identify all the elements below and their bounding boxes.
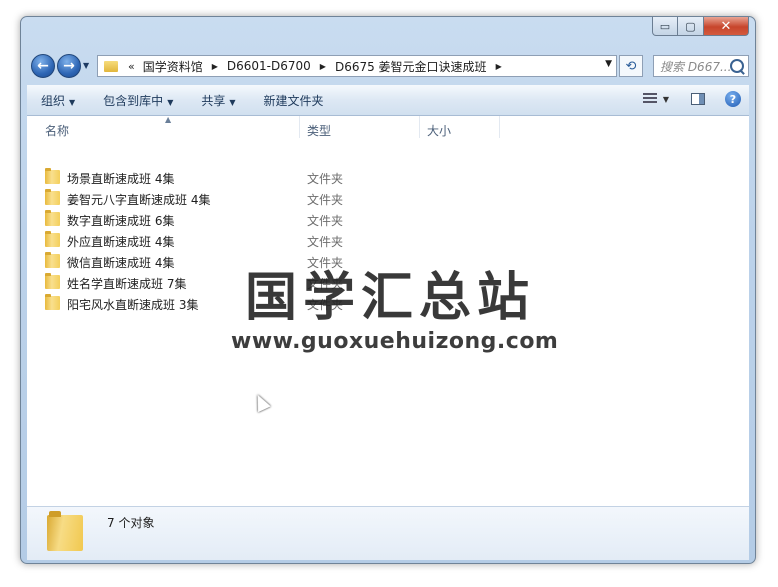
new-folder-button[interactable]: 新建文件夹 — [250, 92, 338, 109]
breadcrumb-chevron-icon[interactable]: ▶ — [320, 62, 326, 71]
item-type: 文件夹 — [307, 214, 344, 228]
refresh-button[interactable]: ⟲ — [619, 55, 643, 77]
breadcrumb-overflow[interactable]: « — [128, 60, 135, 73]
details-pane: 7 个对象 — [27, 506, 749, 560]
breadcrumb-item[interactable]: 国学资料馆 — [143, 58, 203, 75]
chevron-down-icon: ▼ — [229, 97, 236, 107]
share-button[interactable]: 共享 ▼ — [187, 92, 249, 109]
folder-icon — [45, 189, 60, 205]
file-list: ▲ 名称 类型 大小 场景直断速成班 4集 文件夹 姜智元八字直断速成班 4集 文件… — [27, 115, 749, 506]
item-name: 阳宅风水直断速成班 3集 — [67, 298, 199, 312]
column-name[interactable]: 名称 — [45, 122, 69, 139]
search-placeholder: 搜索 D667... — [660, 59, 732, 74]
list-item[interactable]: 姜智元八字直断速成班 4集 文件夹 — [27, 188, 749, 209]
view-dropdown-icon[interactable]: ▼ — [663, 95, 669, 104]
view-options-icon[interactable] — [642, 93, 657, 105]
column-type[interactable]: 类型 — [307, 122, 331, 139]
item-name: 姓名学直断速成班 7集 — [67, 277, 187, 291]
watermark-url: www.guoxuehuizong.com — [231, 329, 559, 354]
folder-icon — [104, 60, 118, 72]
folder-icon — [45, 294, 60, 310]
navigation-bar: ← → ▼ « 国学资料馆 ▶ D6601-D6700 ▶ D6675 姜智元金… — [27, 47, 749, 81]
explorer-window: ▭ ▢ ✕ ← → ▼ « 国学资料馆 ▶ D6601-D6700 ▶ D667… — [20, 16, 756, 564]
share-label: 共享 — [201, 93, 226, 108]
item-type: 文件夹 — [307, 172, 344, 186]
address-history-dropdown[interactable]: ▼ — [605, 59, 612, 69]
close-button[interactable]: ✕ — [704, 17, 749, 36]
forward-button[interactable]: → — [57, 54, 81, 78]
list-item[interactable]: 外应直断速成班 4集 文件夹 — [27, 230, 749, 251]
recent-pages-dropdown[interactable]: ▼ — [83, 61, 89, 70]
breadcrumb-chevron-icon[interactable]: ▶ — [496, 62, 502, 71]
chevron-down-icon: ▼ — [69, 97, 76, 107]
address-bar[interactable]: « 国学资料馆 ▶ D6601-D6700 ▶ D6675 姜智元金口诀速成班 … — [97, 55, 617, 77]
column-size[interactable]: 大小 — [427, 122, 451, 139]
item-name: 微信直断速成班 4集 — [67, 256, 175, 270]
breadcrumb-item[interactable]: D6601-D6700 — [227, 59, 311, 73]
item-name: 场景直断速成班 4集 — [67, 172, 175, 186]
refresh-icon: ⟲ — [625, 58, 637, 74]
item-type: 文件夹 — [307, 193, 344, 207]
forward-arrow-icon: → — [63, 58, 75, 74]
item-name: 数字直断速成班 6集 — [67, 214, 175, 228]
column-divider[interactable] — [419, 116, 420, 138]
folder-icon — [45, 168, 60, 184]
item-count: 7 个对象 — [107, 516, 155, 530]
preview-pane-icon[interactable] — [691, 93, 705, 105]
folder-icon — [45, 231, 60, 247]
folder-icon — [45, 252, 60, 268]
item-type: 文件夹 — [307, 235, 344, 249]
column-header: ▲ 名称 类型 大小 — [27, 115, 749, 140]
include-in-library-button[interactable]: 包含到库中 ▼ — [89, 92, 187, 109]
breadcrumb-item[interactable]: D6675 姜智元金口诀速成班 — [335, 58, 487, 75]
item-name: 姜智元八字直断速成班 4集 — [67, 193, 211, 207]
maximize-button[interactable]: ▢ — [678, 17, 704, 36]
back-arrow-icon: ← — [37, 58, 49, 74]
folder-icon — [47, 511, 83, 551]
folder-icon — [45, 210, 60, 226]
back-button[interactable]: ← — [31, 54, 55, 78]
folder-icon — [45, 273, 60, 289]
column-divider[interactable] — [499, 116, 500, 138]
search-input[interactable]: 搜索 D667... — [653, 55, 749, 77]
caption-buttons: ▭ ▢ ✕ — [652, 17, 749, 36]
item-name: 外应直断速成班 4集 — [67, 235, 175, 249]
sort-ascending-icon: ▲ — [165, 115, 172, 124]
list-item[interactable]: 场景直断速成班 4集 文件夹 — [27, 167, 749, 188]
include-library-label: 包含到库中 — [103, 93, 164, 108]
toolbar-right: ▼ ? — [642, 91, 741, 107]
search-icon[interactable] — [730, 59, 744, 73]
organize-button[interactable]: 组织 ▼ — [27, 92, 89, 109]
list-item[interactable]: 数字直断速成班 6集 文件夹 — [27, 209, 749, 230]
organize-label: 组织 — [41, 93, 66, 108]
help-icon[interactable]: ? — [725, 91, 741, 107]
column-divider[interactable] — [299, 116, 300, 138]
breadcrumb-chevron-icon[interactable]: ▶ — [212, 62, 218, 71]
command-bar: 组织 ▼ 包含到库中 ▼ 共享 ▼ 新建文件夹 ▼ ? — [27, 85, 749, 116]
watermark-title: 国学汇总站 — [245, 268, 536, 328]
minimize-button[interactable]: ▭ — [652, 17, 678, 36]
chevron-down-icon: ▼ — [167, 97, 174, 107]
mouse-pointer-icon — [251, 391, 271, 413]
